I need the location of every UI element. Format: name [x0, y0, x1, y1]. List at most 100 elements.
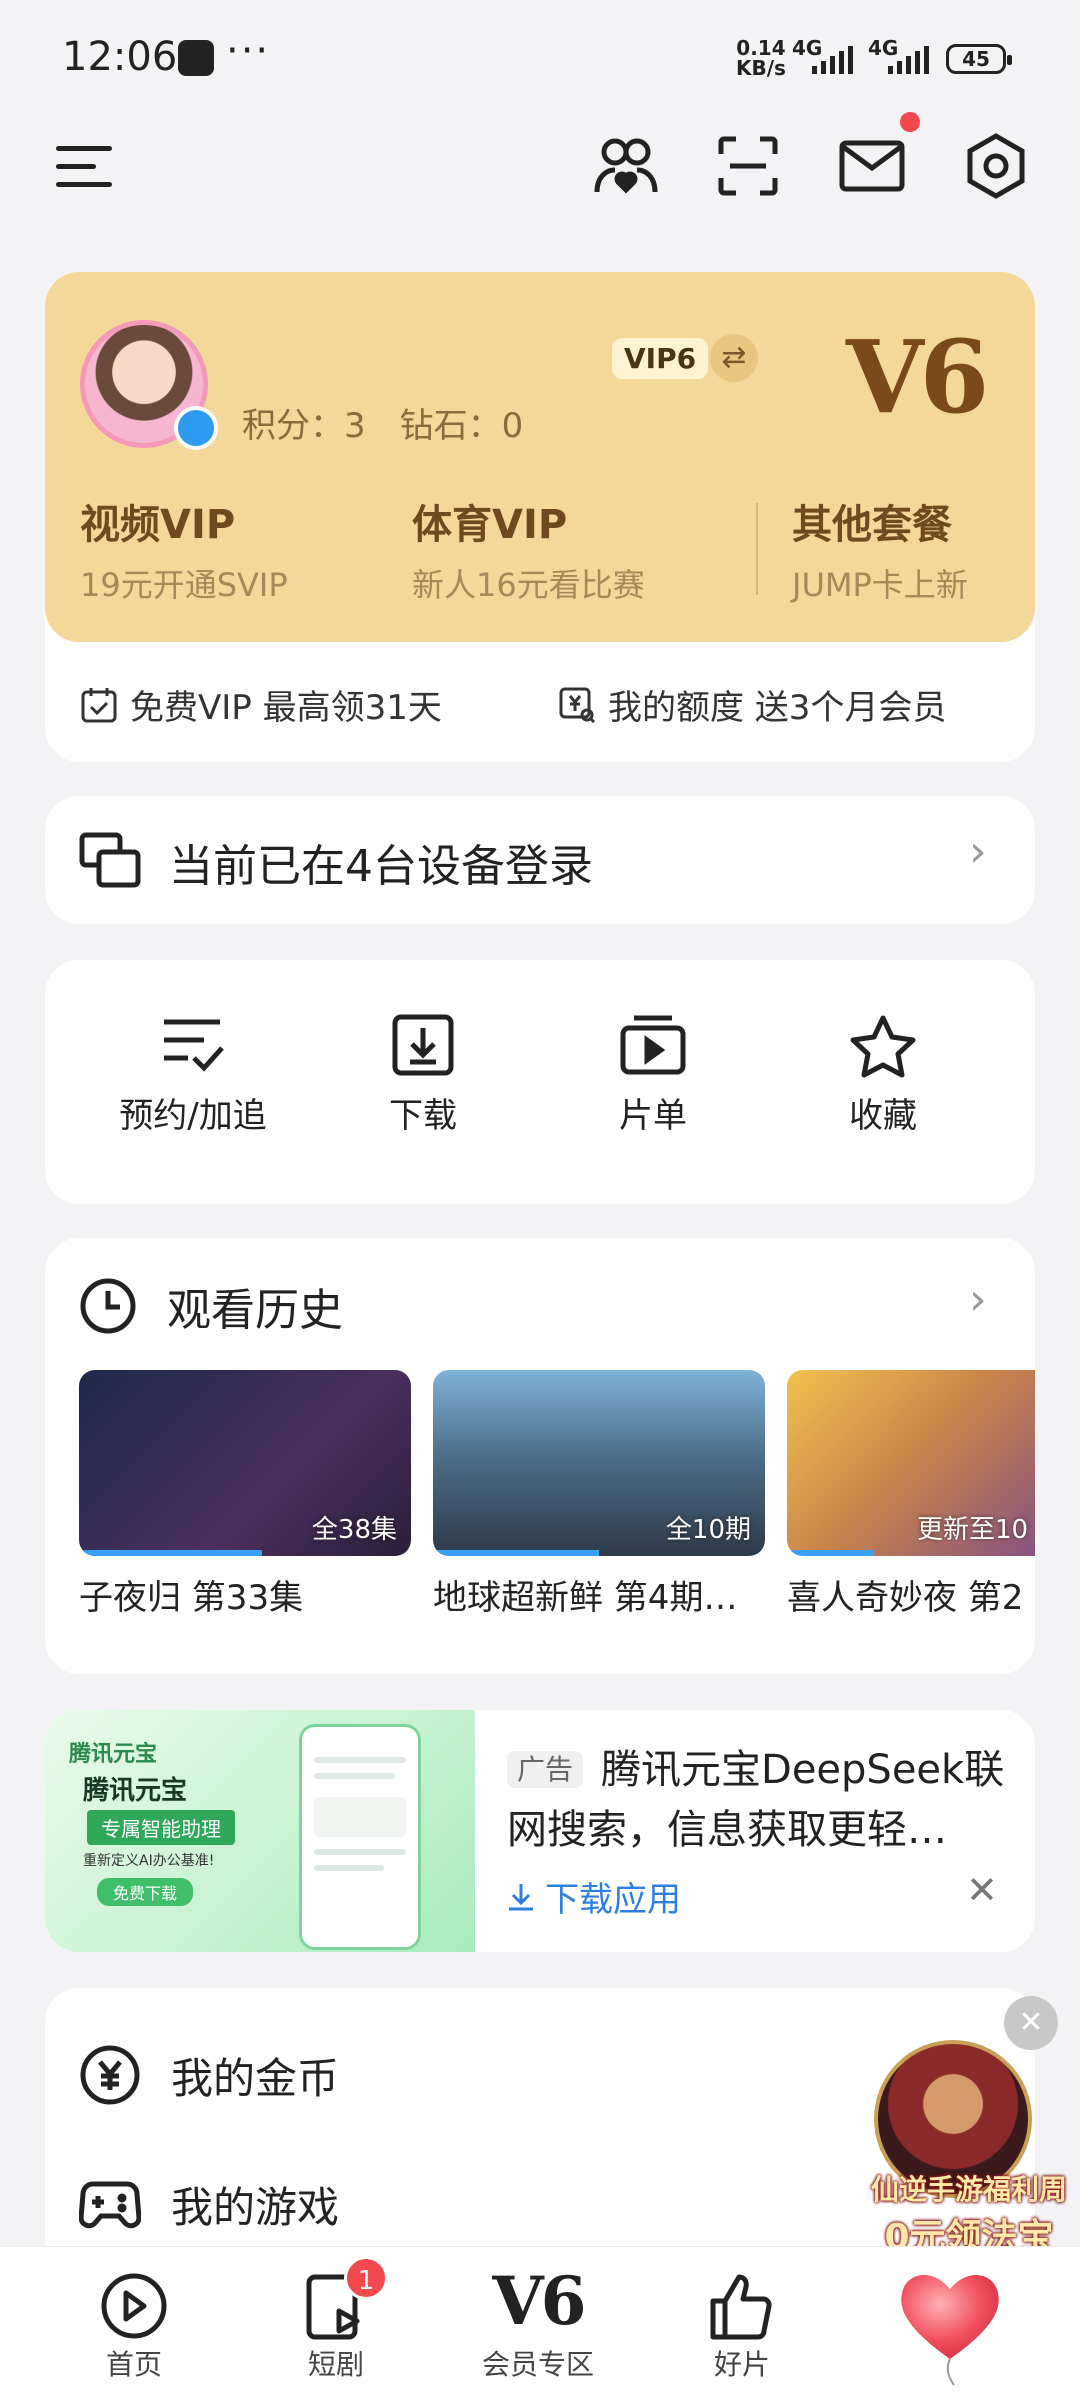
nav-vip-zone[interactable]: V6 会员专区 [458, 2261, 618, 2383]
video-vip-subtitle: 19元开通SVIP [80, 566, 288, 604]
quick-action-reserve[interactable]: 预约/加追 [93, 1014, 293, 1137]
devices-login-row[interactable]: 当前已在4台设备登录 › [45, 796, 1035, 924]
signal-bars-2-icon [888, 46, 929, 74]
quick-action-playlist-label: 片单 [619, 1096, 687, 1136]
watch-progress-bar [79, 1550, 262, 1556]
free-vip-link[interactable]: 免费VIP 最高领31天 [80, 680, 442, 729]
watch-history-card: 观看历史 › 全38集 子夜归 第33集 全10期 地球超新鲜 第4期… 更新至… [45, 1238, 1035, 1674]
other-packages-column[interactable]: 其他套餐 JUMP卡上新 [792, 492, 968, 606]
mail-unread-dot [900, 112, 920, 132]
nav-vip-zone-label: 会员专区 [481, 2348, 594, 2381]
free-vip-text: 免费VIP 最高领31天 [130, 688, 442, 728]
battery-icon: 45 [946, 44, 1012, 74]
menu-item-games-label: 我的游戏 [171, 2183, 340, 2232]
heart-balloon-icon [901, 2275, 999, 2386]
devices-login-text: 当前已在4台设备登录 [169, 841, 593, 892]
vip-divider [756, 503, 758, 595]
floating-ad-line1: 仙逆手游福利周 [870, 2173, 1067, 2206]
menu-item-coins-label: 我的金币 [171, 2053, 340, 2103]
history-item[interactable]: 更新至10 喜人奇妙夜 第2 [787, 1370, 1035, 1619]
thumbs-up-icon [710, 2274, 772, 2340]
watch-progress-bar [787, 1550, 874, 1556]
network-speed: 0.14 KB/s [736, 38, 786, 78]
other-packages-title: 其他套餐 [792, 502, 952, 548]
friends-icon[interactable] [586, 126, 666, 206]
ad-download-button[interactable]: 下载应用 [507, 1872, 681, 1921]
quick-action-download[interactable]: 下载 [323, 1014, 523, 1137]
clock-icon [80, 1278, 136, 1334]
ad-image-title: 腾讯元宝 [83, 1776, 188, 1806]
status-bar: 12:06 ··· 0.14 KB/s 4G 4G 45 [0, 0, 1080, 120]
sports-vip-column[interactable]: 体育VIP 新人16元看比赛 [412, 492, 645, 606]
ad-close-icon[interactable]: ✕ [966, 1868, 998, 1912]
ad-tag: 广告 [507, 1751, 584, 1788]
history-item-title: 子夜归 第33集 [79, 1578, 304, 1618]
menu-item-coins[interactable]: 我的金币 [79, 2044, 339, 2106]
home-play-icon [101, 2273, 167, 2339]
history-thumbnail: 全10期 [433, 1370, 765, 1556]
scan-icon[interactable] [708, 126, 788, 206]
ad-download-label: 下载应用 [545, 1880, 681, 1920]
vip-level-badge[interactable]: V6 [846, 318, 989, 436]
quota-search-icon [559, 687, 596, 723]
sports-vip-title: 体育VIP [412, 502, 568, 548]
download-icon [392, 1014, 454, 1076]
network-speed-value: 0.14 [736, 36, 786, 60]
ad-image-note: 重新定义AI办公基准! [83, 1853, 215, 1869]
chevron-right-icon[interactable]: › [969, 1274, 987, 1325]
settings-icon[interactable] [956, 126, 1036, 206]
gamepad-icon [79, 2181, 141, 2228]
video-vip-column[interactable]: 视频VIP 19元开通SVIP [80, 492, 288, 606]
other-packages-subtitle: JUMP卡上新 [792, 566, 968, 604]
floating-ad-close-icon[interactable]: ✕ [1004, 1996, 1058, 2050]
my-quota-text: 我的额度 送3个月会员 [608, 688, 947, 728]
nav-short-drama[interactable]: 短剧 [256, 2271, 416, 2383]
history-item[interactable]: 全10期 地球超新鲜 第4期… [433, 1370, 765, 1619]
history-item[interactable]: 全38集 子夜归 第33集 [79, 1370, 411, 1619]
quick-action-reserve-label: 预约/加追 [119, 1096, 267, 1136]
sports-vip-subtitle: 新人16元看比赛 [412, 566, 645, 604]
ad-phone-mockup [299, 1724, 421, 1950]
devices-icon [79, 832, 141, 888]
video-vip-title: 视频VIP [80, 502, 236, 548]
quick-action-favorites[interactable]: 收藏 [783, 1014, 983, 1137]
coin-icon [80, 2045, 140, 2105]
history-item-title: 地球超新鲜 第4期… [433, 1578, 738, 1618]
download-arrow-icon [509, 1883, 533, 1910]
quick-actions-card: 预约/加追 下载 片单 收藏 [45, 960, 1035, 1204]
my-quota-link[interactable]: 我的额度 送3个月会员 [558, 680, 946, 729]
status-time: 12:06 [62, 34, 178, 80]
watch-progress-bar [433, 1550, 599, 1556]
app-notification-icon [178, 40, 214, 76]
ad-image[interactable]: 腾讯元宝 腾讯元宝 专属智能助理 重新定义AI办公基准! 免费下载 [45, 1710, 475, 1952]
history-item-title: 喜人奇妙夜 第2 [787, 1578, 1024, 1618]
history-thumbnail: 更新至10 [787, 1370, 1035, 1556]
ad-image-brand: 腾讯元宝 [69, 1742, 158, 1767]
playlist-icon [620, 1015, 686, 1075]
ad-text[interactable]: 广告 腾讯元宝DeepSeek联网搜索，信息获取更轻… [507, 1742, 1017, 1858]
star-icon [850, 1015, 916, 1078]
qq-badge-icon [174, 406, 218, 450]
bottom-nav: 首页 短剧 V6 会员专区 好片 [0, 2246, 1080, 2401]
nav-short-drama-label: 短剧 [307, 2348, 364, 2381]
menu-icon[interactable] [44, 126, 124, 206]
mail-icon[interactable] [832, 126, 912, 206]
nav-heart-balloon[interactable] [890, 2259, 1010, 2389]
episode-count: 更新至10 [917, 1515, 1029, 1545]
episode-count: 全38集 [311, 1515, 397, 1545]
quick-action-favorites-label: 收藏 [849, 1096, 917, 1136]
nav-good-films-label: 好片 [713, 2348, 770, 2381]
quick-action-playlist[interactable]: 片单 [553, 1014, 753, 1137]
swap-icon[interactable]: ⇄ [710, 334, 758, 382]
nav-home[interactable]: 首页 [54, 2271, 214, 2383]
ad-image-subtitle: 专属智能助理 [87, 1810, 235, 1845]
short-drama-badge: 1 [344, 2256, 388, 2300]
nav-home-label: 首页 [105, 2348, 162, 2381]
more-notifications-icon: ··· [226, 28, 271, 74]
calendar-check-icon [81, 687, 117, 722]
menu-item-games[interactable]: 我的游戏 [79, 2174, 339, 2235]
watch-history-header[interactable]: 观看历史 [79, 1274, 343, 1338]
nav-good-films[interactable]: 好片 [662, 2271, 822, 2383]
episode-count: 全10期 [665, 1515, 751, 1545]
v6-icon: V6 [492, 2262, 586, 2340]
